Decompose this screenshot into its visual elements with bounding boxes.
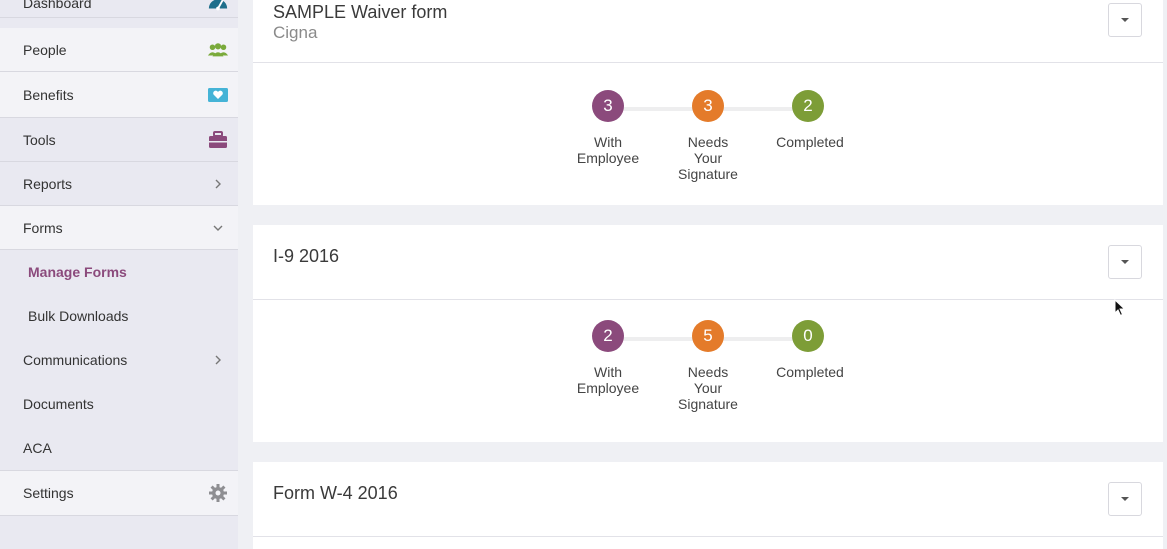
form-card-title: SAMPLE Waiver form (273, 2, 448, 22)
sidebar-item-dashboard[interactable]: Dashboard (0, 0, 238, 18)
status-with-employee[interactable]: 2 With Employee (563, 320, 653, 396)
status-with-employee[interactable]: 3 With Employee (563, 90, 653, 166)
form-actions-dropdown-button[interactable] (1108, 245, 1142, 279)
caret-down-icon (1121, 260, 1129, 264)
status-label: With Employee (576, 134, 640, 166)
status-label: With Employee (576, 364, 640, 396)
caret-down-icon (1121, 18, 1129, 22)
status-count-badge: 3 (692, 90, 724, 122)
gear-icon (207, 482, 229, 504)
form-card-w4: Form W-4 2016 (253, 462, 1163, 549)
status-count-badge: 3 (592, 90, 624, 122)
sidebar-item-benefits[interactable]: Benefits (0, 72, 238, 118)
form-card-title: Form W-4 2016 (273, 483, 398, 503)
form-card-header: I-9 2016 (253, 225, 1163, 300)
status-count-badge: 2 (592, 320, 624, 352)
sidebar-subitem-label: Manage Forms (28, 264, 127, 280)
chevron-right-icon (207, 173, 229, 195)
sidebar-subitem-label: Bulk Downloads (28, 308, 129, 324)
sidebar-item-label: Tools (23, 131, 56, 148)
sidebar-item-label: Forms (23, 219, 63, 236)
status-completed[interactable]: 2 Completed (763, 90, 853, 150)
toolbox-icon (207, 129, 229, 151)
status-completed[interactable]: 0 Completed (763, 320, 853, 380)
mouse-cursor-icon (1114, 299, 1126, 317)
sidebar-item-aca[interactable]: ACA (0, 426, 238, 471)
status-needs-signature[interactable]: 5 Needs Your Signature (663, 320, 753, 412)
form-card-sample-waiver: SAMPLE Waiver form Cigna 3 With Employee … (253, 0, 1163, 205)
sidebar-item-label: Benefits (23, 86, 74, 103)
form-actions-dropdown-button[interactable] (1108, 3, 1142, 37)
benefits-heart-card-icon (207, 84, 229, 106)
sidebar-item-people[interactable]: People (0, 28, 238, 72)
sidebar-subitem-bulk-downloads[interactable]: Bulk Downloads (0, 294, 238, 338)
dashboard-gauge-icon (207, 0, 229, 14)
form-card-header: Form W-4 2016 (253, 462, 1163, 537)
status-count-badge: 2 (792, 90, 824, 122)
sidebar-item-label: Reports (23, 175, 73, 192)
sidebar-item-label: Communications (23, 352, 128, 368)
status-label: Needs Your Signature (678, 364, 738, 412)
form-card-i9: I-9 2016 2 With Employee 5 Needs Your Signa… (253, 225, 1163, 442)
form-card-header: SAMPLE Waiver form Cigna (253, 0, 1163, 63)
caret-down-icon (1121, 497, 1129, 501)
status-needs-signature[interactable]: 3 Needs Your Signature (663, 90, 753, 182)
sidebar-item-settings[interactable]: Settings (0, 471, 238, 516)
sidebar-item-label: Settings (23, 485, 74, 501)
sidebar-subitem-manage-forms[interactable]: Manage Forms (0, 250, 238, 294)
chevron-right-icon (207, 349, 229, 371)
sidebar-item-label: ACA (23, 440, 52, 456)
status-label: Completed (776, 364, 844, 380)
status-label: Completed (776, 134, 844, 150)
sidebar-item-label: People (23, 41, 67, 58)
status-count-badge: 0 (792, 320, 824, 352)
status-count-badge: 5 (692, 320, 724, 352)
people-icon (207, 39, 229, 61)
status-label: Needs Your Signature (678, 134, 738, 182)
form-status-steps: 2 With Employee 5 Needs Your Signature 0 Co… (253, 303, 1163, 413)
form-card-carrier: Cigna (273, 23, 318, 42)
form-actions-dropdown-button[interactable] (1108, 482, 1142, 516)
sidebar-item-documents[interactable]: Documents (0, 382, 238, 426)
sidebar-item-label: Dashboard (23, 0, 92, 11)
sidebar-item-reports[interactable]: Reports (0, 162, 238, 206)
chevron-down-icon (207, 217, 229, 239)
sidebar-item-communications[interactable]: Communications (0, 338, 238, 382)
sidebar: Dashboard People Benefits Tools Reports … (0, 0, 238, 549)
sidebar-item-forms[interactable]: Forms (0, 206, 238, 250)
form-card-title: I-9 2016 (273, 246, 340, 266)
sidebar-item-tools[interactable]: Tools (0, 118, 238, 162)
sidebar-item-label: Documents (23, 396, 94, 412)
form-status-steps: 3 With Employee 3 Needs Your Signature 2 Co… (253, 73, 1163, 183)
